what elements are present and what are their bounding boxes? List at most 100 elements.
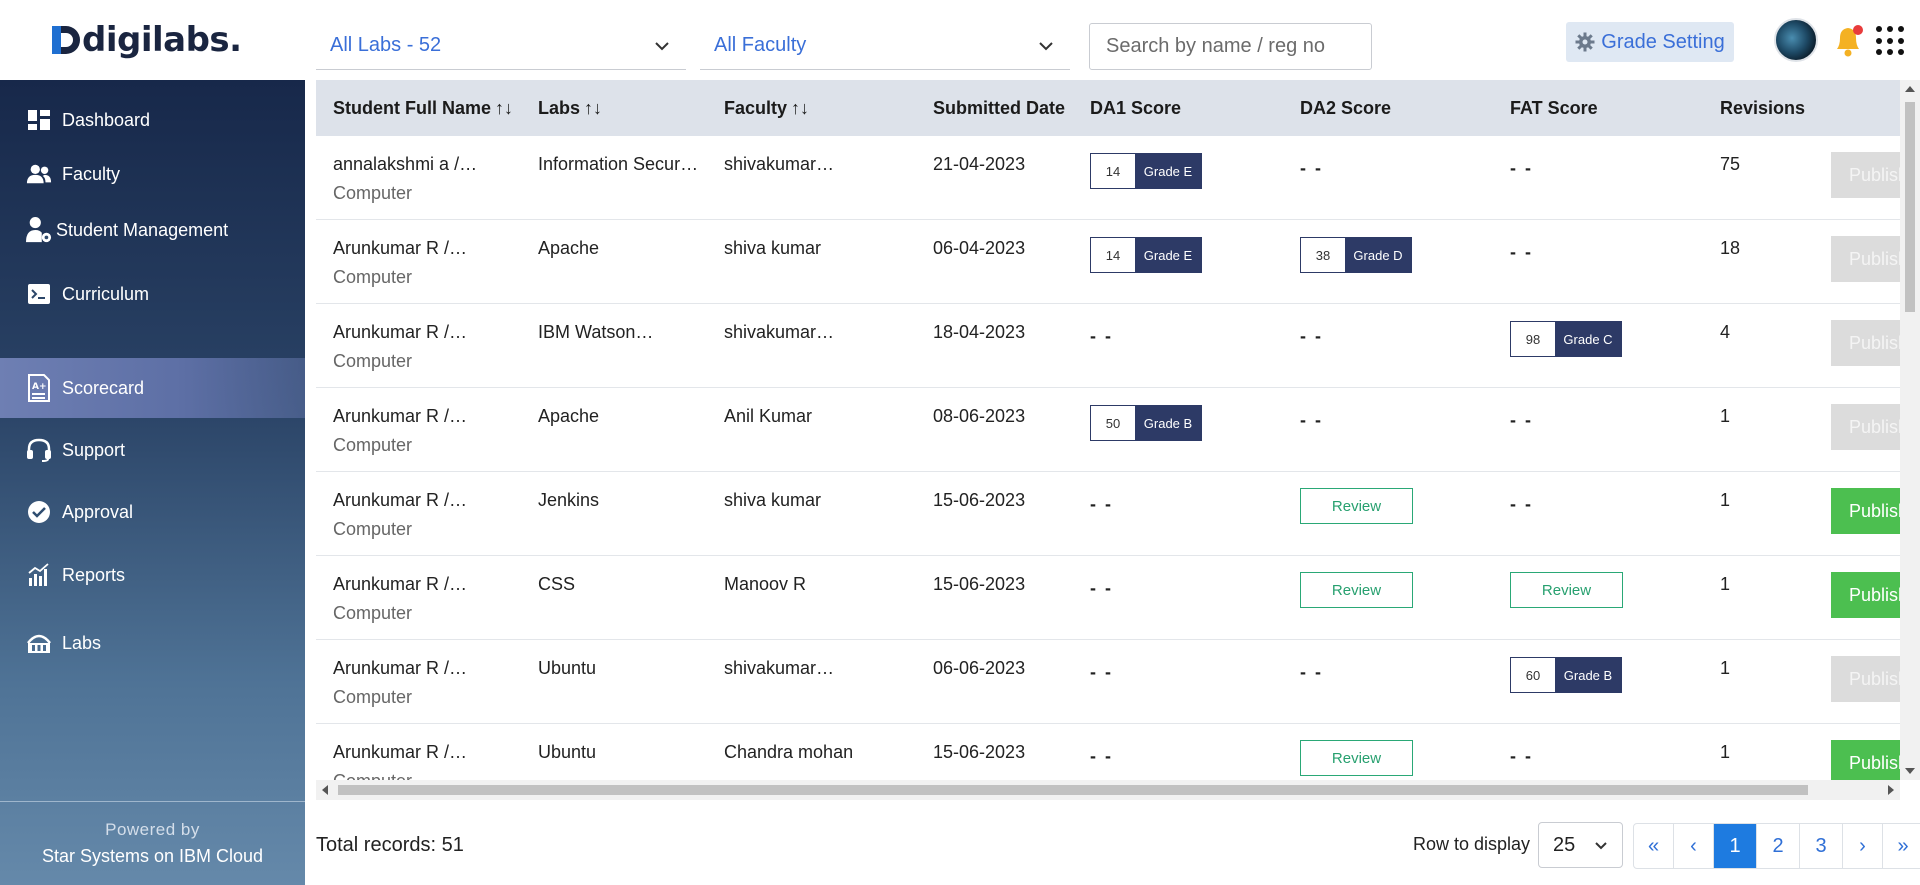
da2-score-review-button[interactable]: Review — [1300, 572, 1413, 608]
sidebar-item-label: Scorecard — [62, 377, 145, 398]
table-row[interactable]: Arunkumar R /… Computer Ubuntu shivakumar… 0… — [316, 640, 1911, 724]
publish-button[interactable]: Publish — [1831, 236, 1911, 282]
prev-page-button[interactable]: ‹ — [1674, 824, 1714, 868]
page-button-1[interactable]: 1 — [1714, 824, 1757, 868]
submitted-date-cell: 06-06-2023 — [933, 658, 1026, 678]
first-page-button[interactable]: « — [1634, 824, 1674, 868]
bell-icon[interactable] — [1832, 22, 1866, 58]
sidebar-item-labs[interactable]: Labs — [0, 615, 305, 671]
publish-button[interactable]: Publish — [1831, 320, 1911, 366]
da2-score-empty: - - — [1300, 410, 1323, 430]
revisions-cell: 75 — [1720, 154, 1741, 174]
fat-score-empty: - - — [1510, 746, 1533, 766]
table-row[interactable]: Arunkumar R /… Computer Ubuntu Chandra moha… — [316, 724, 1911, 780]
submitted-date-cell: 15-06-2023 — [933, 490, 1026, 510]
sidebar-item-label: Labs — [62, 632, 102, 653]
lab-cell: Ubuntu — [538, 658, 597, 678]
publish-button[interactable]: Publish — [1831, 572, 1911, 618]
search-input[interactable] — [1089, 23, 1372, 70]
publish-button[interactable]: Publish — [1831, 488, 1911, 534]
table-row[interactable]: annalakshmi a /… Computer Information Secu… — [316, 136, 1911, 220]
sidebar: Dashboard Faculty Student Management Cur… — [0, 80, 305, 885]
labs-filter-select[interactable]: All Labs - 52 — [316, 22, 686, 70]
table-row[interactable]: Arunkumar R /… Computer IBM Watson… shivaku… — [316, 304, 1911, 388]
fat-score-review-button[interactable]: Review — [1510, 572, 1623, 608]
lab-cell: Jenkins — [538, 490, 600, 510]
column-header-student-name[interactable]: Student Full Name ↑↓ — [333, 80, 513, 136]
table-row[interactable]: Arunkumar R /… Computer Apache shiva kumar 0… — [316, 220, 1911, 304]
powered-by-label: Powered by — [105, 820, 200, 839]
sidebar-item-curriculum[interactable]: Curriculum — [0, 266, 305, 322]
page-button-2[interactable]: 2 — [1757, 824, 1800, 868]
student-name-cell: annalakshmi a /… Computer — [333, 154, 477, 204]
sidebar-item-dashboard[interactable]: Dashboard — [0, 92, 305, 148]
sort-icon[interactable]: ↑↓ — [584, 98, 602, 118]
sort-icon[interactable]: ↑↓ — [495, 98, 513, 118]
bar-chart-icon — [26, 562, 52, 588]
next-page-button[interactable]: › — [1843, 824, 1883, 868]
horizontal-scrollbar[interactable] — [316, 780, 1900, 800]
student-department: Computer — [333, 435, 413, 455]
faculty-cell: shiva kumar — [724, 238, 822, 258]
pagination: « ‹ 1 2 3 › » — [1633, 823, 1920, 869]
column-header-submitted-date: Submitted Date — [933, 98, 1066, 118]
logo-mark-icon — [52, 26, 80, 54]
faculty-cell: Manoov R — [724, 574, 807, 594]
sidebar-item-support[interactable]: Support — [0, 422, 305, 478]
labs-filter-value: All Labs - 52 — [330, 34, 442, 56]
avatar[interactable] — [1774, 18, 1818, 62]
fat-score-empty: - - — [1510, 494, 1533, 514]
lab-cell: Apache — [538, 406, 600, 426]
column-header-revisions: Revisions — [1720, 98, 1806, 118]
lab-cell: IBM Watson… — [538, 322, 654, 342]
sidebar-item-reports[interactable]: Reports — [0, 547, 305, 603]
last-page-button[interactable]: » — [1883, 824, 1920, 868]
svg-text:A+: A+ — [32, 382, 47, 392]
da1-score-grade: Grade E — [1135, 238, 1201, 272]
sidebar-item-faculty[interactable]: Faculty — [0, 146, 305, 202]
gear-icon — [1575, 32, 1595, 52]
fat-score-empty: - - — [1510, 410, 1533, 430]
sidebar-item-label: Curriculum — [62, 283, 150, 304]
submitted-date-cell: 08-06-2023 — [933, 406, 1026, 426]
submitted-date-cell: 18-04-2023 — [933, 322, 1026, 342]
student-name-cell: Arunkumar R /… Computer — [333, 238, 467, 288]
apps-grid-icon[interactable] — [1876, 26, 1906, 56]
sort-icon[interactable]: ↑↓ — [791, 98, 809, 118]
sidebar-item-approval[interactable]: Approval — [0, 484, 305, 540]
grade-setting-button[interactable]: Grade Setting — [1566, 22, 1734, 62]
faculty-cell: Chandra mohan — [724, 742, 854, 762]
da2-score-grade: Grade D — [1345, 238, 1411, 272]
page-button-3[interactable]: 3 — [1800, 824, 1843, 868]
column-header-faculty[interactable]: Faculty ↑↓ — [724, 80, 809, 136]
revisions-cell: 18 — [1720, 238, 1741, 258]
digilabs-logo[interactable]: digilabs. — [52, 20, 242, 60]
student-department: Computer — [333, 519, 413, 539]
publish-button[interactable]: Publish — [1831, 656, 1911, 702]
publish-button[interactable]: Publish — [1831, 404, 1911, 450]
sidebar-item-label: Student Management — [56, 219, 229, 240]
da2-score-review-button[interactable]: Review — [1300, 488, 1413, 524]
sidebar-item-label: Dashboard — [62, 109, 151, 130]
student-name: Arunkumar R /… — [333, 238, 468, 258]
chevron-down-icon — [655, 42, 669, 51]
publish-button[interactable]: Publish — [1831, 740, 1911, 780]
sidebar-item-label: Approval — [62, 501, 134, 522]
publish-button[interactable]: Publish — [1831, 152, 1911, 198]
table-row[interactable]: Arunkumar R /… Computer Apache Anil Kumar 08… — [316, 388, 1911, 472]
table-row[interactable]: Arunkumar R /… Computer CSS Manoov R 15-06-2… — [316, 556, 1911, 640]
table-row[interactable]: Arunkumar R /… Computer Jenkins shiva kumar… — [316, 472, 1911, 556]
sidebar-item-scorecard[interactable]: A+ Scorecard — [0, 358, 305, 418]
column-header-labs[interactable]: Labs ↑↓ — [538, 80, 602, 136]
top-bar: digilabs. All Labs - 52 All Faculty Grad… — [0, 0, 1920, 80]
rows-per-page-select[interactable]: 25 — [1538, 822, 1623, 868]
user-gear-icon — [26, 217, 52, 243]
revisions-cell: 1 — [1720, 490, 1731, 510]
da2-score-review-button[interactable]: Review — [1300, 740, 1413, 776]
sidebar-item-student-management[interactable]: Student Management — [0, 200, 305, 260]
faculty-filter-select[interactable]: All Faculty — [700, 22, 1070, 70]
da1-score-grade-badge: 14 Grade E — [1090, 237, 1202, 273]
vertical-scrollbar[interactable] — [1900, 80, 1920, 780]
total-records: Total records: 51 — [316, 834, 464, 856]
student-name: annalakshmi a /… — [333, 154, 478, 174]
